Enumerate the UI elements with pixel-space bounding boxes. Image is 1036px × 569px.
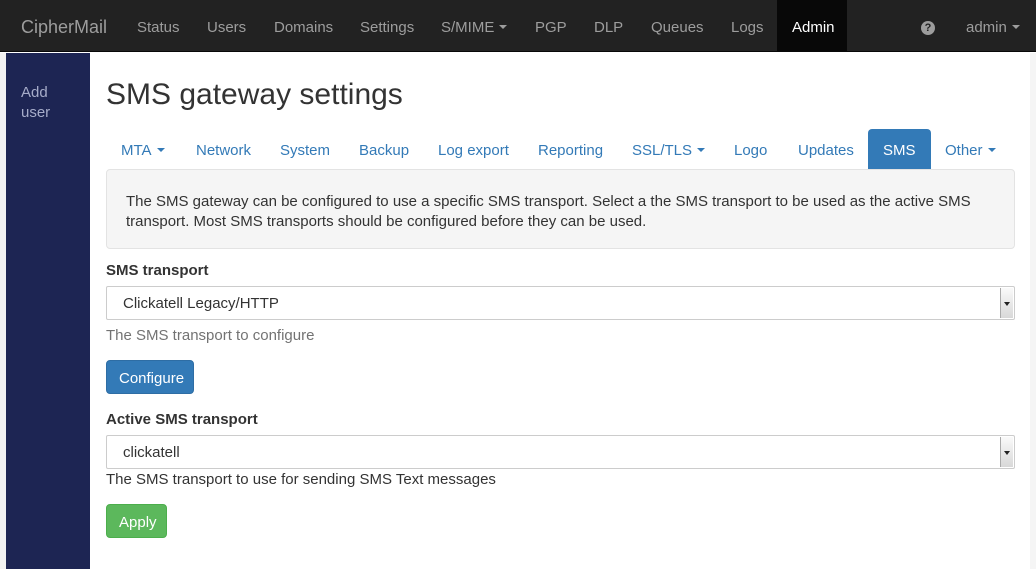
- user-menu-label: admin: [966, 19, 1007, 36]
- tab-reporting[interactable]: Reporting: [523, 129, 618, 169]
- question-circle-icon[interactable]: ?: [921, 21, 935, 35]
- nav-domains[interactable]: Domains: [259, 0, 348, 52]
- nav-logs[interactable]: Logs: [716, 0, 779, 52]
- caret-down-icon: [156, 148, 165, 153]
- tab-other-label: Other: [945, 142, 983, 159]
- nav-pgp[interactable]: PGP: [520, 0, 582, 52]
- info-well: The SMS gateway can be configured to use…: [106, 169, 1015, 249]
- top-navbar: CipherMail Status Users Domains Settings…: [0, 0, 1036, 52]
- nav-smime[interactable]: S/MIME: [426, 0, 522, 52]
- active-transport-value: clickatell: [123, 444, 180, 461]
- nav-status[interactable]: Status: [122, 0, 195, 52]
- sms-transport-help: The SMS transport to configure: [106, 327, 315, 344]
- apply-button[interactable]: Apply: [106, 504, 167, 538]
- tab-log-export[interactable]: Log export: [423, 129, 524, 169]
- right-edge: [1030, 53, 1036, 569]
- sms-transport-label: SMS transport: [106, 262, 209, 279]
- tab-ssl-tls[interactable]: SSL/TLS: [617, 129, 720, 169]
- active-transport-select[interactable]: clickatell: [106, 435, 1015, 469]
- nav-dlp[interactable]: DLP: [579, 0, 638, 52]
- sms-transport-value: Clickatell Legacy/HTTP: [123, 295, 279, 312]
- sidebar-add-user[interactable]: Add user: [21, 83, 81, 123]
- configure-button[interactable]: Configure: [106, 360, 194, 394]
- caret-down-icon: [697, 148, 706, 153]
- tab-mta[interactable]: MTA: [106, 129, 180, 169]
- nav-users[interactable]: Users: [192, 0, 261, 52]
- tab-ssl-tls-label: SSL/TLS: [632, 142, 693, 159]
- tab-updates[interactable]: Updates: [783, 129, 869, 169]
- tab-other[interactable]: Other: [930, 129, 1011, 169]
- settings-tabs: MTA Network System Backup Log export Rep…: [106, 129, 1015, 169]
- tab-logo[interactable]: Logo: [719, 129, 782, 169]
- user-menu[interactable]: admin: [951, 0, 1035, 52]
- active-transport-help: The SMS transport to use for sending SMS…: [106, 471, 496, 488]
- nav-smime-label: S/MIME: [441, 19, 495, 36]
- dropdown-arrow-icon: [1000, 437, 1013, 467]
- tab-sms[interactable]: SMS: [868, 129, 931, 169]
- info-text: The SMS gateway can be configured to use…: [126, 193, 971, 230]
- caret-down-icon: [1011, 25, 1020, 30]
- tab-network[interactable]: Network: [181, 129, 266, 169]
- sms-transport-select[interactable]: Clickatell Legacy/HTTP: [106, 286, 1015, 320]
- sidebar: Add user: [6, 53, 90, 569]
- nav-queues[interactable]: Queues: [636, 0, 719, 52]
- tab-system[interactable]: System: [265, 129, 345, 169]
- nav-settings[interactable]: Settings: [345, 0, 429, 52]
- page-title: SMS gateway settings: [106, 78, 403, 111]
- nav-admin[interactable]: Admin: [777, 0, 847, 52]
- brand-logo[interactable]: CipherMail: [21, 17, 107, 38]
- dropdown-arrow-icon: [1000, 288, 1013, 318]
- tab-mta-label: MTA: [121, 142, 152, 159]
- active-transport-label: Active SMS transport: [106, 411, 258, 428]
- caret-down-icon: [499, 25, 508, 30]
- caret-down-icon: [987, 148, 996, 153]
- tab-backup[interactable]: Backup: [344, 129, 424, 169]
